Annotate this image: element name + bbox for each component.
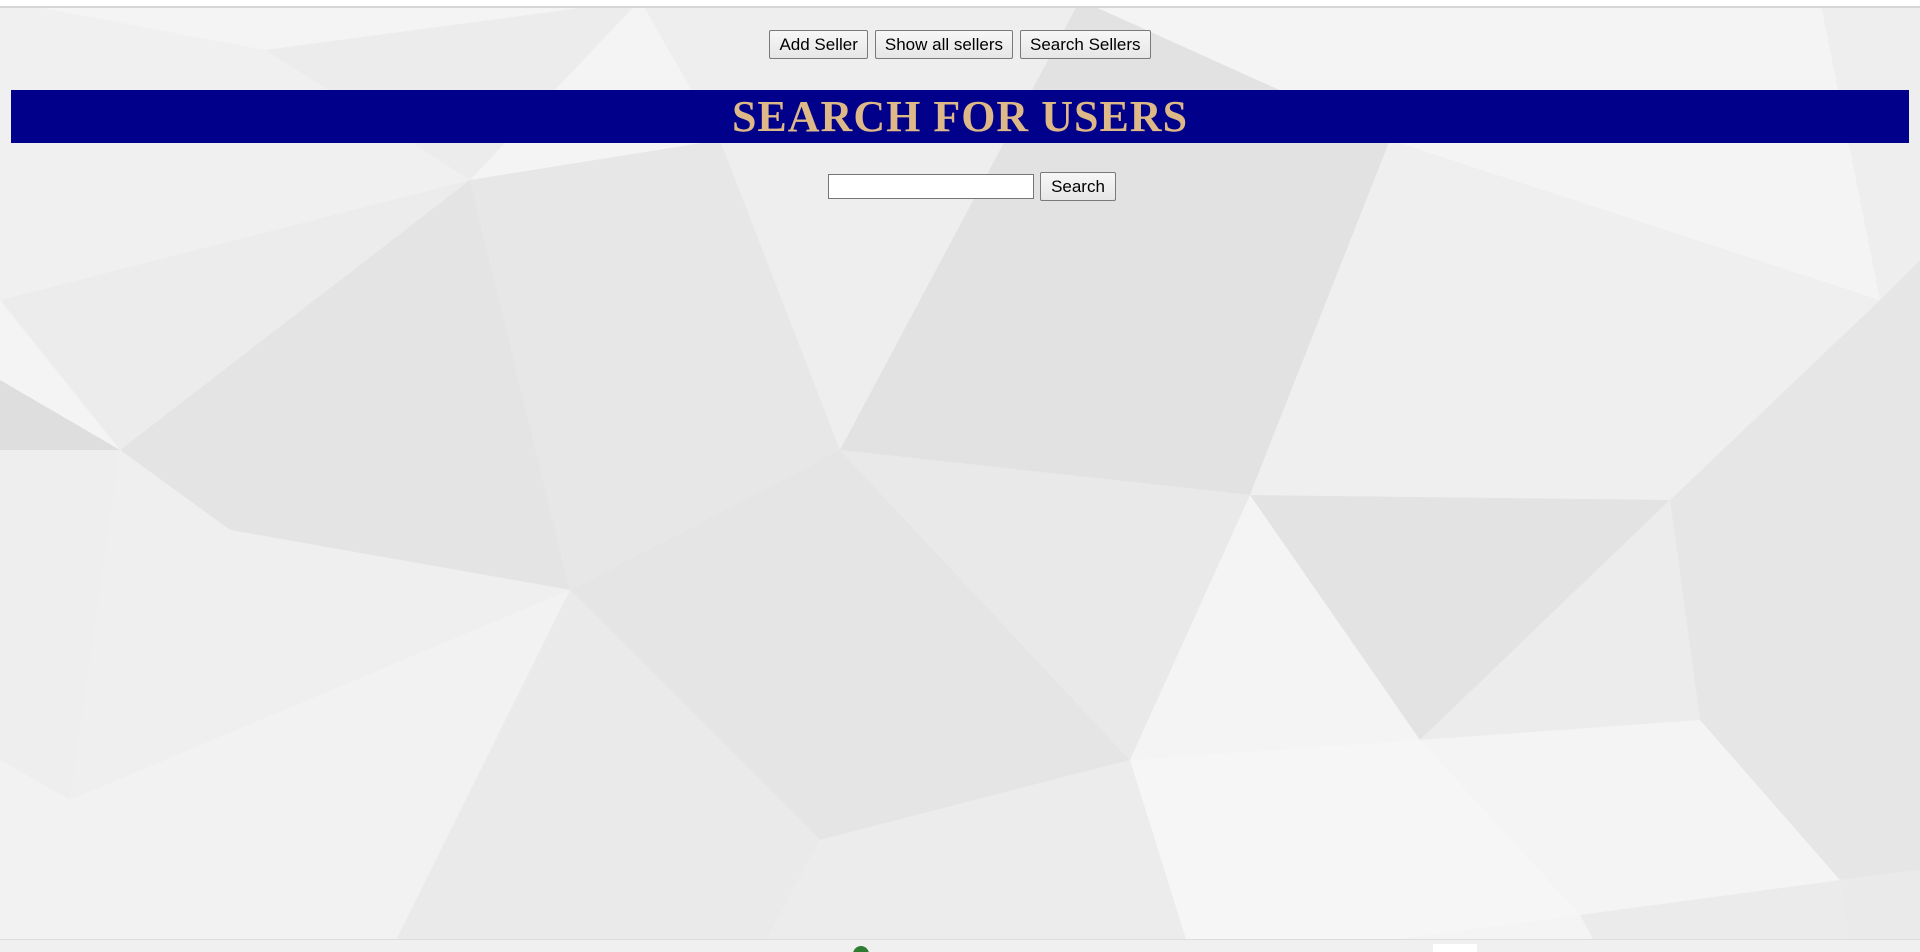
add-seller-button[interactable]: Add Seller [769, 30, 868, 59]
page-title: SEARCH FOR USERS [731, 92, 1189, 141]
bottom-status-bar [0, 939, 1920, 952]
search-form: Search [0, 172, 1920, 201]
page-title-banner: SEARCH FOR USERS [11, 90, 1909, 143]
search-button[interactable]: Search [1040, 172, 1116, 201]
top-divider [0, 6, 1920, 8]
show-all-sellers-button[interactable]: Show all sellers [874, 30, 1013, 59]
status-indicator-icon [853, 946, 869, 952]
status-box [1433, 944, 1477, 952]
seller-nav-bar: Add Seller Show all sellers Search Selle… [0, 30, 1920, 59]
search-sellers-button[interactable]: Search Sellers [1019, 30, 1151, 59]
search-input[interactable] [828, 174, 1035, 199]
